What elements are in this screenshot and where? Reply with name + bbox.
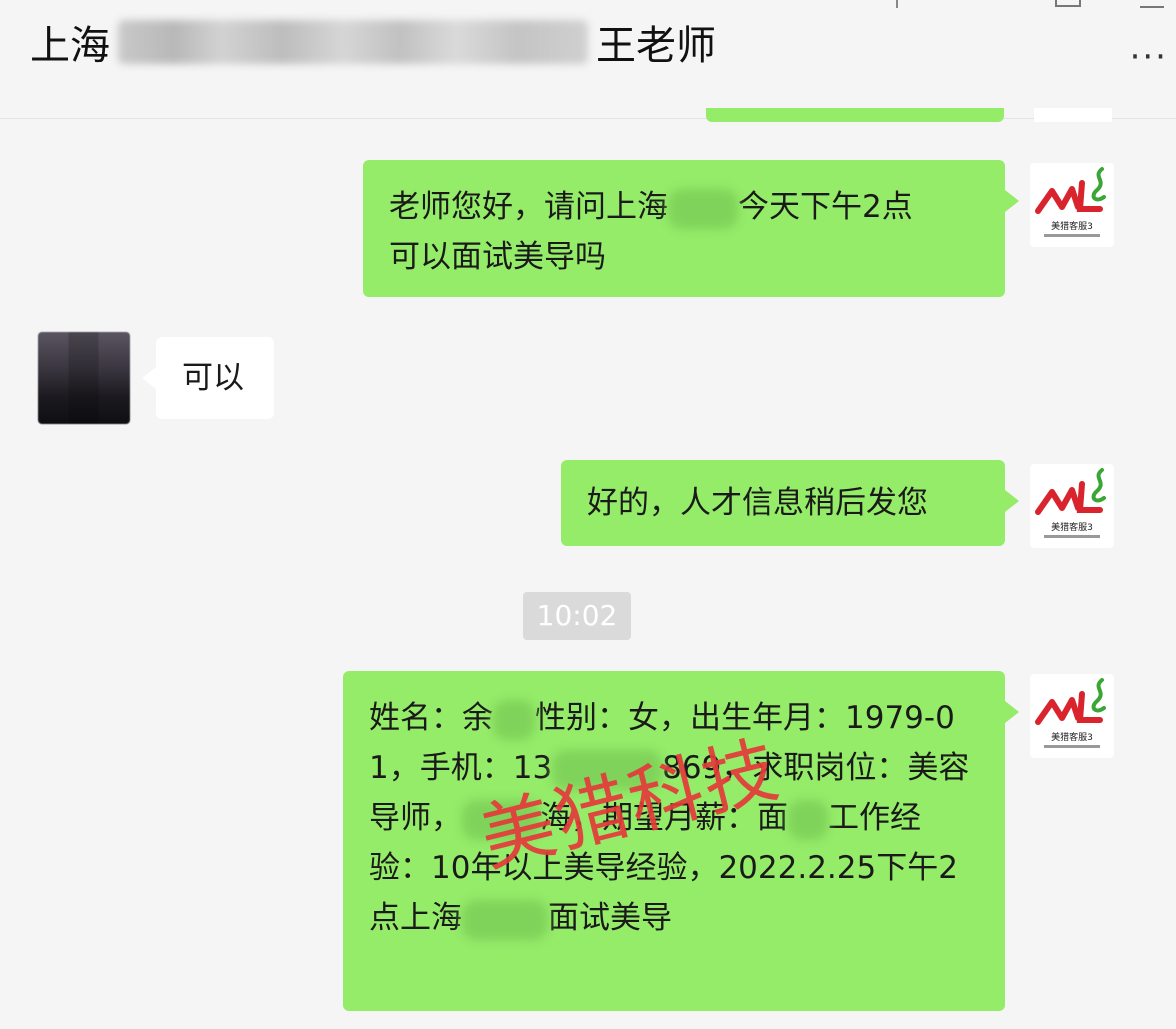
redacted-blur: [462, 899, 548, 940]
more-options-icon[interactable]: ···: [1130, 40, 1168, 74]
chat-header: 上海 王老师 ···: [0, 0, 1176, 119]
message-text: 好的，人才信息稍后发您: [587, 485, 928, 521]
chat-title-suffix: 王老师: [596, 23, 716, 69]
message-text: 今天下午2点: [738, 189, 913, 225]
contact-avatar[interactable]: [38, 332, 130, 424]
maximize-icon[interactable]: [1055, 0, 1081, 7]
avatar[interactable]: 美猎客服3: [1030, 674, 1114, 758]
meilie-logo-icon: 美猎客服3: [1035, 678, 1106, 748]
chat-title-prefix: 上海: [30, 23, 110, 69]
message-timestamp: 10:02: [523, 592, 631, 640]
previous-message-bubble: [706, 108, 1004, 122]
message-text: 可以面试美导吗: [389, 239, 606, 275]
redacted-name-blur: [118, 20, 588, 64]
message-bubble-sent[interactable]: 老师您好，请问上海 今天下午2点 可以面试美导吗: [363, 160, 1019, 297]
logo-text: 美猎客服3: [1051, 521, 1093, 533]
previous-avatar: [1034, 108, 1112, 122]
avatar[interactable]: 美猎客服3: [1030, 464, 1114, 548]
redacted-blur: [493, 699, 535, 740]
avatar[interactable]: 美猎客服3: [1030, 163, 1114, 247]
logo-text: 美猎客服3: [1051, 220, 1093, 232]
window-control-fragment: [896, 0, 898, 8]
logo-text: 美猎客服3: [1051, 731, 1093, 743]
chat-title: 上海 王老师: [30, 14, 716, 70]
meilie-logo-icon: 美猎客服3: [1035, 167, 1106, 237]
redacted-blur: [788, 799, 828, 840]
message-text: 面试美导: [548, 900, 672, 936]
message-text: 姓名：余: [369, 700, 493, 736]
redacted-blur: [668, 188, 738, 229]
message-bubble-sent[interactable]: 好的，人才信息稍后发您: [561, 460, 1019, 546]
message-text: 老师您好，请问上海: [389, 189, 668, 225]
message-text: 可以: [182, 360, 244, 396]
close-icon[interactable]: [1140, 0, 1164, 8]
message-bubble-received[interactable]: 可以: [142, 337, 274, 419]
meilie-logo-icon: 美猎客服3: [1035, 468, 1106, 538]
